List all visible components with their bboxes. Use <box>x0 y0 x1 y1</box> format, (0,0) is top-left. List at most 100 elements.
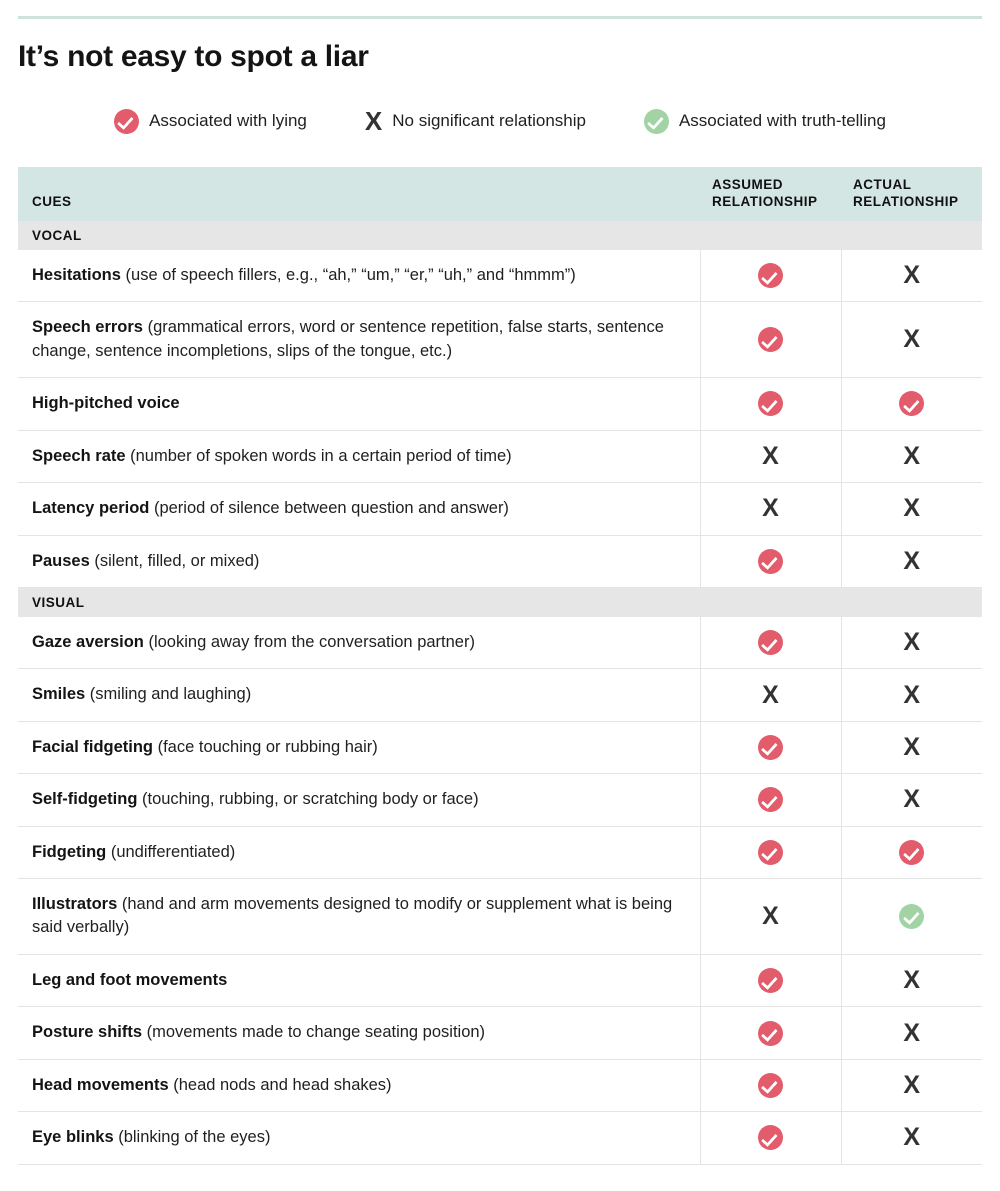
table-row: Smiles (smiling and laughing) X X <box>18 668 983 722</box>
column-header-actual-line1: ACTUAL <box>853 177 912 193</box>
mark-wrapper: X <box>842 968 983 994</box>
mark-wrapper: X <box>842 263 983 289</box>
cue-name: Facial fidgeting <box>32 737 154 756</box>
table-header: CUES ASSUMED RELATIONSHIP ACTUAL RELATIO… <box>18 167 982 221</box>
check-circle-red-icon <box>758 263 783 289</box>
mark-wrapper: X <box>842 682 983 708</box>
mark-wrapper: X <box>842 735 983 761</box>
cue-detail: (silent, filled, or mixed) <box>89 551 260 570</box>
mark-wrapper: X <box>701 682 841 708</box>
column-header-actual-line2: RELATIONSHIP <box>853 194 959 210</box>
cue-detail: (use of speech fillers, e.g., “ah,” “um,… <box>120 266 576 284</box>
cue-cell: Eye blinks (blinking of the eyes) <box>18 1111 700 1165</box>
check-circle-red-icon <box>758 548 783 574</box>
x-mark-icon: X <box>903 546 921 575</box>
section-header-row: VISUAL <box>18 587 982 617</box>
actual-relationship-cell: X <box>840 1059 982 1113</box>
mark-wrapper <box>842 839 983 865</box>
check-circle-red-icon <box>758 787 783 813</box>
column-header-cues: CUES <box>18 167 700 221</box>
cue-detail: (movements made to change seating positi… <box>142 1023 486 1042</box>
assumed-relationship-cell <box>699 1006 841 1060</box>
cue-detail: (smiling and laughing) <box>85 685 252 704</box>
cue-name: Smiles <box>32 685 86 704</box>
mark-wrapper: X <box>842 1125 983 1151</box>
legend-item: Associated with truth-telling <box>643 108 886 134</box>
check-circle-green-icon <box>643 108 669 134</box>
cue-name: Speech rate <box>32 446 126 465</box>
table-row: Self-fidgeting (touching, rubbing, or sc… <box>18 773 982 827</box>
column-header-cues-label: CUES <box>32 194 72 210</box>
top-divider-rule <box>18 16 982 19</box>
table-header-row: CUES ASSUMED RELATIONSHIP ACTUAL RELATIO… <box>18 167 982 221</box>
cue-cell: Pauses (silent, filled, or mixed) <box>18 535 700 588</box>
assumed-relationship-cell <box>699 773 841 827</box>
check-circle-red-icon <box>758 839 783 865</box>
actual-relationship-cell: X <box>840 301 982 379</box>
cue-name: Self-fidgeting <box>32 790 138 809</box>
actual-relationship-cell: X <box>840 1111 983 1165</box>
column-header-assumed-relationship: ASSUMED RELATIONSHIP <box>700 167 841 221</box>
x-mark-icon: X <box>903 680 921 709</box>
check-circle-red-icon <box>758 735 783 760</box>
table-row: Gaze aversion (looking away from the con… <box>18 616 983 670</box>
assumed-relationship-cell <box>699 535 841 588</box>
legend-item-label: Associated with truth-telling <box>678 111 886 130</box>
cue-name: Gaze aversion <box>32 632 144 651</box>
cue-name: Fidgeting <box>32 842 107 861</box>
assumed-relationship-cell <box>699 721 841 775</box>
table-row: Speech errors (grammatical errors, word … <box>18 301 982 379</box>
actual-relationship-cell <box>840 878 982 955</box>
mark-wrapper: X <box>842 496 983 522</box>
x-mark-icon: X <box>903 441 921 470</box>
cues-table: CUES ASSUMED RELATIONSHIP ACTUAL RELATIO… <box>18 167 982 1165</box>
table-body: VOCAL Hesitations (use of speech fillers,… <box>18 221 983 1165</box>
cue-detail: (number of spoken words in a certain per… <box>125 446 512 465</box>
table-row: Eye blinks (blinking of the eyes) X <box>18 1111 983 1165</box>
legend-item: Associated with lying <box>114 108 307 134</box>
legend-item-label: No significant relationship <box>392 111 586 130</box>
cue-name: Eye blinks <box>32 1128 114 1147</box>
check-circle-red-icon <box>758 1125 783 1151</box>
actual-relationship-cell: X <box>840 668 983 722</box>
x-mark-icon: X <box>903 1123 921 1152</box>
mark-wrapper <box>701 327 841 353</box>
mark-wrapper <box>701 839 841 865</box>
cue-name: Hesitations <box>32 266 121 284</box>
cue-detail: (looking away from the conversation part… <box>143 632 475 651</box>
page-title: It’s not easy to spot a liar <box>18 40 369 73</box>
cue-cell: Gaze aversion (looking away from the con… <box>18 616 700 670</box>
column-header-actual-relationship: ACTUAL RELATIONSHIP <box>841 167 982 221</box>
actual-relationship-cell <box>840 377 983 431</box>
table-row: Leg and foot movements X <box>18 954 983 1008</box>
cue-detail: (head nods and head shakes) <box>168 1075 392 1094</box>
actual-relationship-cell: X <box>840 1006 982 1060</box>
x-mark-icon: X <box>903 628 921 657</box>
check-circle-red-icon <box>758 391 783 417</box>
cue-cell: Illustrators (hand and arm movements des… <box>18 878 700 955</box>
check-circle-green-icon <box>899 903 925 929</box>
mark-wrapper <box>701 1125 841 1151</box>
table-row: Facial fidgeting (face touching or rubbi… <box>18 721 983 775</box>
cue-cell: Leg and foot movements <box>18 954 700 1008</box>
assumed-relationship-cell <box>699 616 841 670</box>
cue-cell: Fidgeting (undifferentiated) <box>18 826 700 880</box>
mark-wrapper <box>701 968 841 994</box>
cue-detail: (blinking of the eyes) <box>113 1128 271 1147</box>
mark-wrapper: X <box>842 630 983 656</box>
table-row: Fidgeting (undifferentiated) <box>18 826 983 880</box>
section-header-label: VOCAL <box>18 221 982 250</box>
check-circle-red-icon <box>758 968 783 994</box>
actual-relationship-cell: X <box>840 616 983 670</box>
cue-detail: (undifferentiated) <box>106 842 236 861</box>
column-header-assumed-line2: RELATIONSHIP <box>712 194 818 210</box>
cue-name: Head movements <box>32 1075 169 1094</box>
assumed-relationship-cell <box>699 1059 841 1113</box>
check-circle-red-icon <box>758 1072 783 1098</box>
actual-relationship-cell <box>840 826 983 880</box>
cue-name: Posture shifts <box>32 1023 143 1042</box>
mark-wrapper <box>842 391 983 417</box>
mark-wrapper <box>701 391 841 417</box>
cue-name: Speech errors <box>32 318 143 337</box>
check-circle-red-icon <box>758 630 783 656</box>
